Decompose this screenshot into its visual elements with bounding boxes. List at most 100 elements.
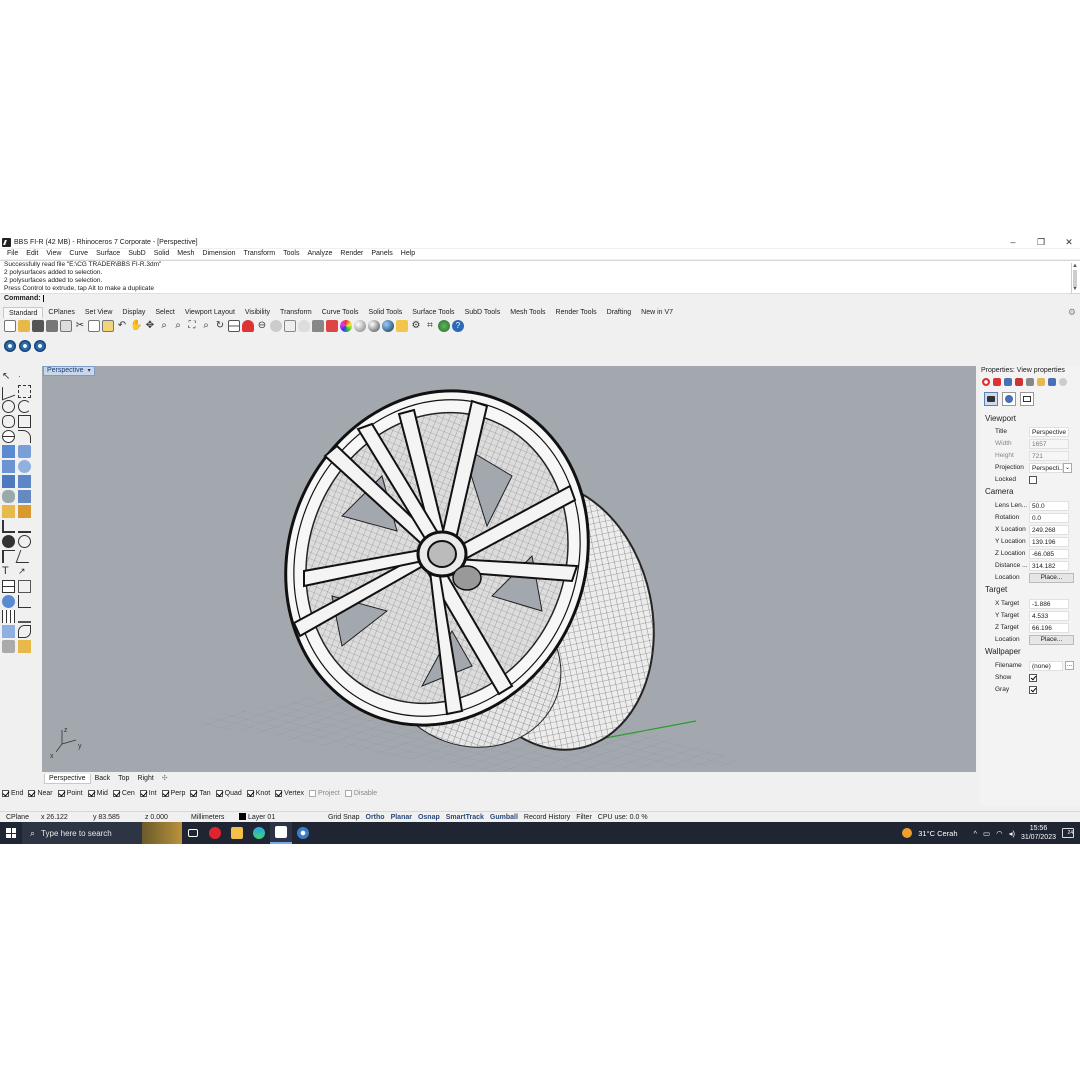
osnap-point-checkbox[interactable]: [57, 790, 65, 797]
tab-subd-tools[interactable]: SubD Tools: [460, 307, 506, 318]
osnap-project[interactable]: Project: [309, 790, 340, 797]
bend-icon[interactable]: [18, 625, 31, 638]
copy-icon[interactable]: [88, 320, 100, 332]
prop-projection-select[interactable]: Perspecti...: [1029, 462, 1063, 473]
more-tabs-icon[interactable]: [1059, 378, 1067, 386]
prop-ytarget-input[interactable]: 4.533: [1029, 610, 1069, 621]
display-tab-icon[interactable]: [1004, 378, 1012, 386]
object-properties-icon[interactable]: [270, 320, 282, 332]
restore-button[interactable]: ❐: [1036, 236, 1046, 248]
annotation-icon[interactable]: [18, 520, 31, 533]
notifications-badge[interactable]: 24: [1062, 828, 1074, 838]
tab-curve-tools[interactable]: Curve Tools: [317, 307, 364, 318]
loft-icon[interactable]: [2, 460, 15, 473]
start-button[interactable]: [0, 822, 22, 844]
boolean-icon[interactable]: [18, 490, 31, 503]
menu-tools[interactable]: Tools: [279, 249, 303, 259]
osnap-perp-checkbox[interactable]: [161, 790, 169, 797]
osnap-disable[interactable]: Disable: [344, 790, 377, 797]
tab-viewport-layout[interactable]: Viewport Layout: [180, 307, 240, 318]
rhino-app[interactable]: [270, 822, 292, 844]
status-cplane[interactable]: CPlane: [0, 814, 35, 821]
menu-curve[interactable]: Curve: [65, 249, 92, 259]
circle-icon[interactable]: [2, 400, 15, 413]
trim-icon[interactable]: [15, 550, 34, 563]
set-view-icon[interactable]: ⊖: [256, 320, 268, 332]
libraries-tab-icon[interactable]: [1037, 378, 1045, 386]
tab-new-in-v7[interactable]: New in V7: [636, 307, 678, 318]
taskbar-clock[interactable]: 15:56 31/07/2023: [1021, 824, 1056, 842]
dimension-icon[interactable]: [2, 520, 15, 533]
wheel-model-render[interactable]: y x z: [42, 366, 976, 772]
cut-icon[interactable]: ✂: [74, 320, 86, 332]
osnap-disable-checkbox[interactable]: [344, 790, 352, 797]
help-tab-icon[interactable]: [1048, 378, 1056, 386]
network-icon[interactable]: ▭: [983, 829, 990, 838]
save-icon[interactable]: [32, 320, 44, 332]
menu-mesh[interactable]: Mesh: [173, 249, 198, 259]
menu-render[interactable]: Render: [336, 249, 367, 259]
menu-dimension[interactable]: Dimension: [198, 249, 239, 259]
split-icon[interactable]: [2, 550, 15, 563]
help-icon[interactable]: ?: [452, 320, 464, 332]
food4rhino-icon[interactable]: [438, 320, 450, 332]
osnap-cen-checkbox[interactable]: [112, 790, 120, 797]
status-gumball[interactable]: Gumball: [487, 814, 521, 821]
target-place-button[interactable]: Place...: [1029, 634, 1074, 645]
lock-icon[interactable]: [312, 320, 324, 332]
grid-array-icon[interactable]: [2, 610, 15, 623]
taskbar-search-box[interactable]: ⌕ Type here to search: [22, 822, 182, 844]
status-record-history[interactable]: Record History: [521, 814, 573, 821]
scale-icon[interactable]: [18, 595, 31, 608]
command-line[interactable]: Command:: [0, 293, 1068, 303]
osnap-tan-checkbox[interactable]: [190, 790, 198, 797]
move-icon[interactable]: ↗: [18, 565, 31, 578]
rotate-view-icon[interactable]: ↻: [214, 320, 226, 332]
osnap-end[interactable]: End: [2, 790, 23, 797]
osnap-int-checkbox[interactable]: [139, 790, 147, 797]
osnap-project-checkbox[interactable]: [309, 790, 317, 797]
browse-wallpaper-button[interactable]: ...: [1065, 661, 1074, 670]
osnap-mid-checkbox[interactable]: [87, 790, 95, 797]
lights-tab-icon[interactable]: [1026, 378, 1034, 386]
viewport-tab-perspective[interactable]: Perspective: [44, 774, 91, 784]
viewport-tab-top[interactable]: Top: [114, 774, 133, 784]
task-view-button[interactable]: [182, 822, 204, 844]
import-icon[interactable]: [60, 320, 72, 332]
prop-zloc-input[interactable]: -66.085: [1029, 548, 1069, 559]
mesh-tools-icon[interactable]: [18, 505, 31, 518]
status-planar[interactable]: Planar: [388, 814, 415, 821]
osnap-quad[interactable]: Quad: [215, 790, 242, 797]
surface-icon[interactable]: [2, 445, 15, 458]
status-layer[interactable]: Layer 01: [233, 813, 325, 821]
menu-subd[interactable]: SubD: [124, 249, 150, 259]
tab-display[interactable]: Display: [117, 307, 150, 318]
object-properties-icon[interactable]: [1002, 392, 1016, 406]
osnap-vertex[interactable]: Vertex: [275, 790, 304, 797]
osnap-mid[interactable]: Mid: [87, 790, 108, 797]
tray-chevron-icon[interactable]: ^: [974, 829, 978, 838]
zoom-icon[interactable]: ⌕: [158, 320, 170, 332]
status-smarttrack[interactable]: SmartTrack: [443, 814, 487, 821]
status-osnap[interactable]: Osnap: [415, 814, 443, 821]
rectangle-icon[interactable]: [18, 415, 31, 428]
wifi-icon[interactable]: ◠: [996, 829, 1003, 838]
fillet-curve-icon[interactable]: [18, 430, 31, 443]
scroll-down-icon[interactable]: ▼: [1072, 286, 1078, 293]
close-button[interactable]: ✕: [1064, 236, 1074, 248]
add-viewport-tab-icon[interactable]: ✣: [158, 774, 172, 784]
osnap-knot[interactable]: Knot: [246, 790, 270, 797]
mirror-icon[interactable]: [18, 580, 31, 593]
paste-icon[interactable]: [102, 320, 114, 332]
sphere-icon[interactable]: [2, 595, 15, 608]
menu-file[interactable]: File: [3, 249, 22, 259]
material-icon[interactable]: [396, 320, 408, 332]
rendered-sphere-icon[interactable]: [368, 320, 380, 332]
revolve-icon[interactable]: [18, 460, 31, 473]
flow-icon[interactable]: [18, 610, 31, 623]
tab-standard[interactable]: Standard: [3, 307, 44, 318]
command-input-caret[interactable]: [42, 295, 44, 302]
text-icon[interactable]: T: [2, 565, 15, 578]
shaded-sphere-icon[interactable]: [354, 320, 366, 332]
tab-render-tools[interactable]: Render Tools: [551, 307, 602, 318]
